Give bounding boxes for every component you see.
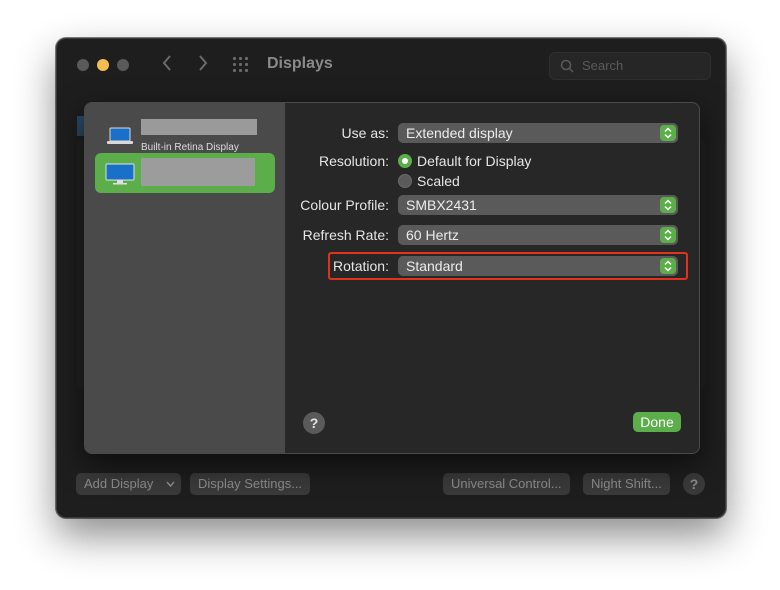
monitor-icon [105,163,135,185]
colour-profile-select[interactable]: SMBX2431 [398,195,678,215]
display-settings-button[interactable]: Display Settings... [190,473,311,495]
chevron-down-icon [166,481,175,487]
chevron-right-icon [199,55,208,71]
select-stepper-icon [660,197,676,213]
minimize-window-button[interactable] [97,59,109,71]
redacted-display-name [141,119,257,135]
laptop-icon [107,127,133,144]
display-subtitle: Built-in Retina Display [141,142,239,153]
select-stepper-icon [660,227,676,243]
done-button[interactable]: Done [633,412,681,432]
window-help-button[interactable]: ? [683,473,705,495]
display-settings-label: Display Settings... [198,476,303,491]
colour-profile-label: Colour Profile: [300,197,389,213]
resolution-option-scaled[interactable]: Scaled [398,173,460,189]
add-display-label: Add Display [84,476,154,491]
display-item-external[interactable] [95,153,275,193]
radio-selected-icon [398,154,412,168]
search-icon [560,59,574,73]
resolution-option-scaled-label: Scaled [417,173,460,189]
use-as-value: Extended display [406,125,513,141]
search-placeholder: Search [582,58,624,73]
refresh-rate-select[interactable]: 60 Hertz [398,225,678,245]
colour-profile-value: SMBX2431 [406,197,477,213]
window-title: Displays [267,55,333,72]
show-all-grid-icon[interactable] [233,57,249,73]
use-as-label: Use as: [341,125,389,141]
chevron-left-icon [162,55,171,71]
radio-unselected-icon [398,174,412,188]
night-shift-label: Night Shift... [591,476,662,491]
search-field[interactable]: Search [549,52,711,80]
select-stepper-icon [660,125,676,141]
use-as-select[interactable]: Extended display [398,123,678,143]
universal-control-label: Universal Control... [451,476,562,491]
display-item-builtin[interactable]: Built-in Retina Display [95,113,275,153]
zoom-window-button[interactable] [117,59,129,71]
resolution-option-default-label: Default for Display [417,153,532,169]
rotation-highlight-box [328,252,688,280]
refresh-rate-value: 60 Hertz [406,227,459,243]
refresh-rate-label: Refresh Rate: [302,227,389,243]
display-settings-form: Use as: Extended display Resolution: Def… [285,103,699,453]
resolution-option-default[interactable]: Default for Display [398,153,531,169]
add-display-button[interactable]: Add Display [76,473,181,495]
close-window-button[interactable] [77,59,89,71]
back-button[interactable] [153,53,181,77]
help-button[interactable]: ? [303,412,325,434]
redacted-display-name [141,158,255,186]
universal-control-button[interactable]: Universal Control... [443,473,570,495]
resolution-label: Resolution: [318,153,389,169]
display-list-sidebar: Built-in Retina Display [85,103,285,453]
display-settings-sheet: Built-in Retina Display Use as: Extended… [84,102,700,454]
title-bar: Displays Search [57,39,725,91]
forward-button[interactable] [189,53,217,77]
night-shift-button[interactable]: Night Shift... [583,473,670,495]
